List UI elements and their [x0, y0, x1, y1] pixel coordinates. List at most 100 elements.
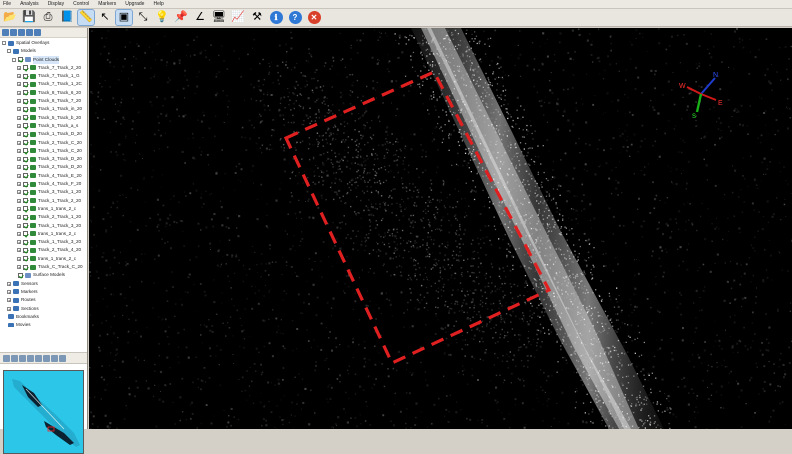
layer-visibility-checkbox[interactable]	[23, 115, 28, 120]
minimap-info-icon[interactable]	[59, 355, 66, 362]
layer-visibility-checkbox[interactable]	[23, 148, 28, 153]
open-folder-button[interactable]: 📂	[2, 10, 18, 25]
tree-row[interactable]: +Track_1_Track_3_20	[0, 238, 87, 246]
tree-row[interactable]: +Track_1_Track_C_20	[0, 147, 87, 155]
refresh-icon[interactable]	[18, 29, 25, 36]
tree-row[interactable]: +Track_2_Track_1_20	[0, 213, 87, 221]
expand-toggle[interactable]: +	[17, 199, 21, 203]
layer-visibility-checkbox[interactable]	[23, 165, 28, 170]
layer-visibility-checkbox[interactable]	[23, 99, 28, 104]
layer-visibility-checkbox[interactable]	[23, 74, 28, 79]
expand-toggle[interactable]: +	[17, 116, 21, 120]
expand-all-icon[interactable]	[2, 29, 9, 36]
menu-control[interactable]: Control	[73, 0, 89, 8]
minimap[interactable]	[3, 370, 84, 454]
minimap-fit-icon[interactable]	[27, 355, 34, 362]
tree-row[interactable]: +Markers	[0, 288, 87, 296]
tree-row[interactable]: +Track_2_Track_D_20	[0, 163, 87, 171]
tree-row[interactable]: +Track_1_Track_in_20	[0, 105, 87, 113]
expand-toggle[interactable]: +	[17, 66, 21, 70]
cursor-button[interactable]: ↖	[97, 10, 113, 25]
select-button[interactable]: ▣	[116, 10, 132, 25]
tree-row[interactable]: +Track_2_Track_4_20	[0, 246, 87, 254]
tree-row[interactable]: +Sections	[0, 305, 87, 313]
expand-toggle[interactable]: +	[17, 224, 21, 228]
tree-row[interactable]: +Sensors	[0, 280, 87, 288]
tree-row[interactable]: Movies	[0, 321, 87, 327]
point-cloud-canvas[interactable]: N W E S	[89, 28, 792, 429]
book-button[interactable]: 📘	[59, 10, 75, 25]
expand-toggle[interactable]: +	[17, 157, 21, 161]
tree-row[interactable]: +Track_5_Track_a_s	[0, 122, 87, 130]
layer-visibility-checkbox[interactable]	[23, 206, 28, 211]
layer-visibility-checkbox[interactable]	[23, 157, 28, 162]
tree-row[interactable]: +trans_1_trans_2_c	[0, 255, 87, 263]
expand-toggle[interactable]: +	[7, 282, 11, 286]
expand-toggle[interactable]: +	[17, 182, 21, 186]
expand-toggle[interactable]: +	[17, 149, 21, 153]
menu-file[interactable]: File	[3, 0, 11, 8]
layer-visibility-checkbox[interactable]	[23, 240, 28, 245]
tree-row[interactable]: +Track_2_Track_C_20	[0, 139, 87, 147]
minimap-center-icon[interactable]	[35, 355, 42, 362]
chart-button[interactable]: 📈	[230, 10, 246, 25]
layer-visibility-checkbox[interactable]	[23, 198, 28, 203]
tree-row[interactable]: +trans_1_trans_2_c	[0, 205, 87, 213]
lightbulb-button[interactable]: 💡	[154, 10, 170, 25]
pin-button[interactable]: 📌	[173, 10, 189, 25]
tree-row[interactable]: +Track_1_Track_D_20	[0, 130, 87, 138]
tree-row[interactable]: +Routes	[0, 296, 87, 304]
tree-row[interactable]: +Track_3_Track_D_20	[0, 155, 87, 163]
expand-toggle[interactable]: +	[7, 290, 11, 294]
monitor-button[interactable]: 🖥	[211, 10, 227, 25]
help-button[interactable]: ?	[287, 10, 303, 25]
layer-visibility-checkbox[interactable]	[23, 140, 28, 145]
tree-row[interactable]: +Track_5_Track_b_20	[0, 114, 87, 122]
layer-visibility-checkbox[interactable]	[23, 123, 28, 128]
tree-row[interactable]: -Point Clouds	[0, 56, 87, 64]
layer-info-icon[interactable]	[34, 29, 41, 36]
close-button[interactable]: ✕	[306, 10, 322, 25]
expand-toggle[interactable]: +	[17, 265, 21, 269]
collapse-toggle[interactable]: -	[2, 41, 6, 45]
layer-visibility-checkbox[interactable]	[18, 273, 23, 278]
ruler-button[interactable]: 📏	[78, 10, 94, 25]
point-cloud-viewport[interactable]: N W E S	[89, 28, 792, 429]
minimap-zoom-out-icon[interactable]	[11, 355, 18, 362]
tree-row[interactable]: +Track_7_Track_1_G	[0, 72, 87, 80]
tree-row[interactable]: +Track_C_Track_C_20	[0, 263, 87, 271]
tree-row[interactable]: +Track_1_Track_3_20	[0, 222, 87, 230]
layer-visibility-checkbox[interactable]	[23, 107, 28, 112]
expand-toggle[interactable]: +	[17, 141, 21, 145]
expand-toggle[interactable]: +	[17, 174, 21, 178]
collapse-toggle[interactable]: -	[12, 58, 16, 62]
angle-button[interactable]: ∠	[192, 10, 208, 25]
layer-visibility-checkbox[interactable]	[23, 215, 28, 220]
expand-toggle[interactable]: +	[17, 215, 21, 219]
tree-row[interactable]: Bookmarks	[0, 313, 87, 321]
layer-visibility-checkbox[interactable]	[23, 173, 28, 178]
layer-visibility-checkbox[interactable]	[23, 65, 28, 70]
expand-toggle[interactable]: +	[17, 207, 21, 211]
layer-visibility-checkbox[interactable]	[23, 82, 28, 87]
tree-row[interactable]: +Track_7_Track_2_20	[0, 64, 87, 72]
collapse-toggle[interactable]: -	[7, 49, 11, 53]
properties-icon[interactable]	[26, 29, 33, 36]
tree-row[interactable]: Surface Models	[0, 271, 87, 279]
minimap-settings-icon[interactable]	[43, 355, 50, 362]
layer-visibility-checkbox[interactable]	[23, 256, 28, 261]
menu-analysis[interactable]: Analysis	[20, 0, 39, 8]
tree-row[interactable]: +Track_4_Track_E_20	[0, 172, 87, 180]
tree-row[interactable]: +trans_1_trans_2_c	[0, 230, 87, 238]
print-button[interactable]: ⎙	[40, 10, 56, 25]
layer-visibility-checkbox[interactable]	[23, 223, 28, 228]
expand-toggle[interactable]: +	[17, 107, 21, 111]
info-button[interactable]: ℹ	[268, 10, 284, 25]
layer-visibility-checkbox[interactable]	[23, 132, 28, 137]
layer-visibility-checkbox[interactable]	[23, 182, 28, 187]
expand-toggle[interactable]: +	[17, 190, 21, 194]
tree-row[interactable]: +Track_3_Track_1_20	[0, 188, 87, 196]
expand-toggle[interactable]: +	[17, 165, 21, 169]
expand-toggle[interactable]: +	[17, 91, 21, 95]
expand-toggle[interactable]: +	[17, 124, 21, 128]
